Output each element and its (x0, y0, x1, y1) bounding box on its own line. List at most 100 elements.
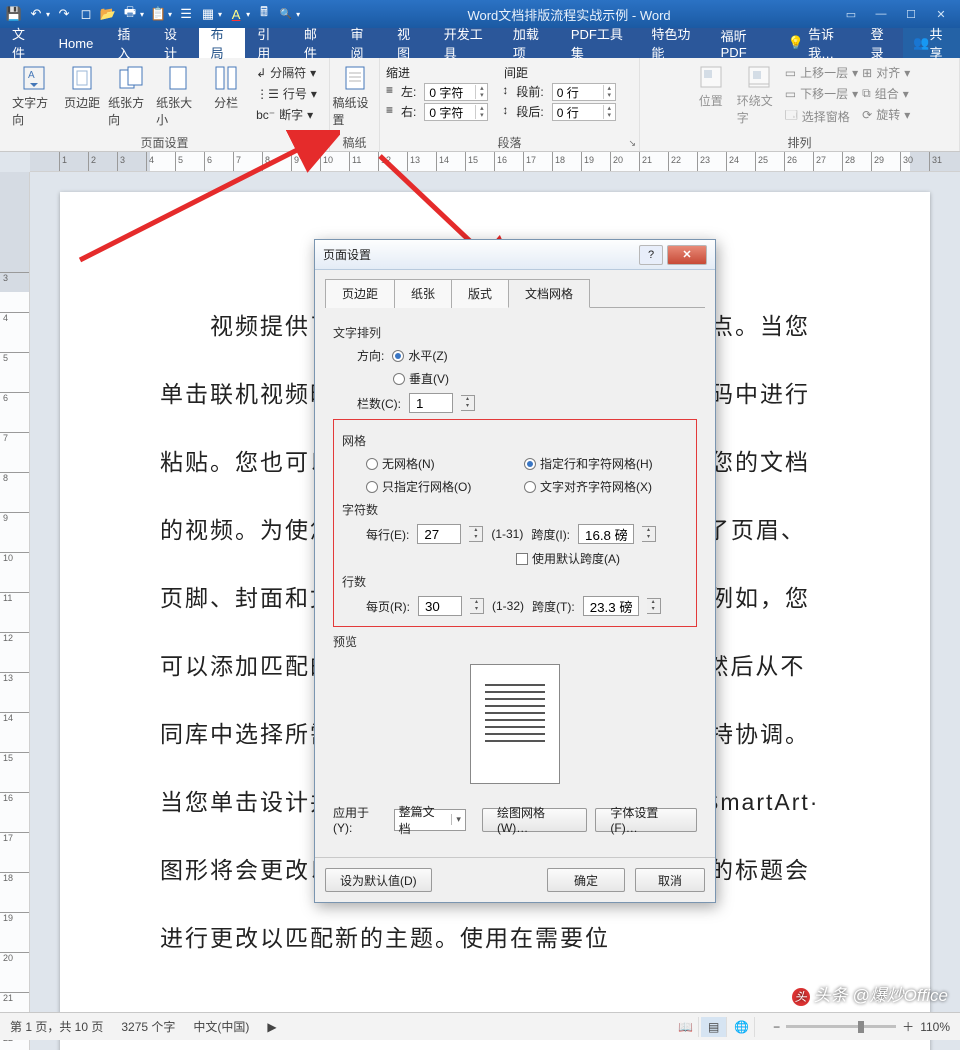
space-before-input[interactable]: ▴▾ (552, 83, 616, 101)
align-button[interactable]: ⊞ 对齐 ▾ (862, 64, 910, 81)
pitch-input[interactable] (578, 524, 634, 544)
view-print-icon[interactable]: ▤ (701, 1017, 727, 1037)
chk-default-pitch[interactable]: 使用默认跨度(A) (516, 550, 620, 567)
tab-layout[interactable]: 布局 (199, 28, 246, 58)
per-page-input[interactable] (418, 596, 462, 616)
pitch-stepper[interactable]: ▴▾ (642, 526, 656, 542)
dtab-margins[interactable]: 页边距 (325, 279, 395, 308)
table-dropdown-icon[interactable]: ▾ (218, 10, 222, 19)
cancel-button[interactable]: 取消 (635, 868, 705, 892)
bring-forward-button[interactable]: ▭ 上移一层 ▾ (785, 64, 858, 81)
table-icon[interactable]: ▦ (198, 3, 218, 25)
space-after-input[interactable]: ▴▾ (552, 103, 616, 121)
minimize-icon[interactable]: ― (866, 2, 896, 26)
print-preview-icon[interactable]: 🖶 (120, 3, 140, 25)
tab-file[interactable]: 文件 (0, 28, 47, 58)
radio-snap-grid[interactable]: 文字对齐字符网格(X) (524, 478, 652, 495)
tab-references[interactable]: 引用 (245, 28, 292, 58)
indent-left-input[interactable]: ▴▾ (424, 83, 488, 101)
list-icon[interactable]: ☰ (176, 3, 196, 25)
save-icon[interactable]: 💾 (4, 3, 24, 25)
zoom-in-icon[interactable]: ＋ (902, 1018, 914, 1035)
tab-addins[interactable]: 加载项 (501, 28, 559, 58)
redo-icon[interactable]: ↷ (54, 3, 74, 25)
ok-button[interactable]: 确定 (547, 868, 625, 892)
columns-input[interactable] (409, 393, 453, 413)
font-color-dropdown-icon[interactable]: ▾ (246, 10, 250, 19)
send-backward-button[interactable]: ▭ 下移一层 ▾ (785, 85, 858, 102)
view-web-icon[interactable]: 🌐 (729, 1017, 755, 1037)
paragraph-launcher-icon[interactable]: ↘ (628, 138, 636, 149)
page-setup-launcher-icon[interactable]: ↘ (318, 138, 326, 149)
drawing-grid-button[interactable]: 绘图网格(W)… (482, 808, 587, 832)
radio-line-grid[interactable]: 只指定行网格(O) (366, 478, 516, 495)
dialog-header[interactable]: 页面设置 ? ✕ (315, 240, 715, 270)
apply-to-select[interactable]: 整篇文档▾ (394, 809, 466, 831)
dtab-layout[interactable]: 版式 (451, 279, 509, 308)
view-read-icon[interactable]: 📖 (673, 1017, 699, 1037)
status-words[interactable]: 3275 个字 (121, 1018, 175, 1035)
font-color-icon[interactable]: A (226, 3, 246, 25)
per-page-stepper[interactable]: ▴▾ (470, 598, 484, 614)
close-icon[interactable]: ✕ (926, 2, 956, 26)
tab-pdf-tools[interactable]: PDF工具集 (559, 28, 640, 58)
status-macro-icon[interactable]: ▶ (267, 1020, 276, 1034)
lpitch-stepper[interactable]: ▴▾ (647, 598, 661, 614)
tab-insert[interactable]: 插入 (105, 28, 152, 58)
horizontal-ruler[interactable]: 1234567891011121314151617181920212223242… (30, 152, 960, 172)
zoom-slider[interactable] (786, 1025, 896, 1028)
paste-dropdown-icon[interactable]: ▾ (168, 10, 172, 19)
vertical-ruler[interactable]: 345678910111213141516171819202122 (0, 172, 30, 1050)
dialog-close-icon[interactable]: ✕ (667, 245, 707, 265)
status-page[interactable]: 第 1 页，共 10 页 (10, 1018, 103, 1035)
radio-char-grid[interactable]: 指定行和字符网格(H) (524, 455, 653, 472)
tab-developer[interactable]: 开发工具 (432, 28, 501, 58)
tell-me[interactable]: 💡告诉我… (778, 28, 861, 58)
breaks-button[interactable]: ↲分隔符 ▾ (256, 64, 317, 81)
rotate-button[interactable]: ⟳ 旋转 ▾ (862, 106, 910, 123)
dtab-paper[interactable]: 纸张 (394, 279, 452, 308)
zoom-out-icon[interactable]: − (773, 1020, 780, 1034)
dtab-grid[interactable]: 文档网格 (508, 279, 590, 308)
tab-view[interactable]: 视图 (385, 28, 432, 58)
columns-stepper[interactable]: ▴▾ (461, 395, 475, 411)
radio-vertical[interactable]: 垂直(V) (393, 370, 449, 387)
line-numbers-button[interactable]: ⋮☰行号 ▾ (256, 85, 317, 102)
wrap-text-button[interactable]: 环绕文字 (737, 64, 781, 126)
manuscript-settings-button[interactable]: 稿纸设置 (333, 64, 377, 128)
print-dropdown-icon[interactable]: ▾ (140, 10, 144, 19)
status-language[interactable]: 中文(中国) (193, 1018, 249, 1035)
radio-no-grid[interactable]: 无网格(N) (366, 455, 516, 472)
tab-design[interactable]: 设计 (152, 28, 199, 58)
selection-pane-button[interactable]: 🗔 选择窗格 (785, 106, 858, 127)
text-direction-button[interactable]: A文字方向 (12, 64, 56, 128)
group-button[interactable]: ⧉ 组合 ▾ (862, 85, 910, 102)
per-line-input[interactable] (417, 524, 461, 544)
margins-button[interactable]: 页边距 (60, 64, 104, 111)
indent-right-input[interactable]: ▴▾ (424, 103, 488, 121)
ribbon-display-icon[interactable]: ▭ (836, 2, 866, 26)
columns-button[interactable]: 分栏 (204, 64, 248, 111)
hyphenation-button[interactable]: bc⁻断字 ▾ (256, 106, 317, 123)
calc-icon[interactable]: 🖩 (254, 3, 274, 25)
zoom-value[interactable]: 110% (920, 1020, 950, 1034)
size-button[interactable]: 纸张大小 (156, 64, 200, 128)
tab-special[interactable]: 特色功能 (639, 28, 708, 58)
share-button[interactable]: 👥 共享 (903, 28, 960, 58)
zoom-icon[interactable]: 🔍 (276, 3, 296, 25)
set-default-button[interactable]: 设为默认值(D) (325, 868, 432, 892)
position-button[interactable]: 位置 (689, 64, 733, 109)
zoom-control[interactable]: − ＋ 110% (773, 1018, 950, 1035)
per-line-stepper[interactable]: ▴▾ (469, 526, 483, 542)
sign-in[interactable]: 登录 (861, 28, 904, 58)
paste-icon[interactable]: 📋 (148, 3, 168, 25)
new-icon[interactable]: ◻ (76, 3, 96, 25)
help-icon[interactable]: ? (639, 245, 663, 265)
maximize-icon[interactable]: ☐ (896, 2, 926, 26)
undo-dropdown-icon[interactable]: ▾ (46, 10, 50, 19)
tab-review[interactable]: 审阅 (338, 28, 385, 58)
tab-home[interactable]: Home (47, 28, 106, 58)
tab-foxit[interactable]: 福昕PDF (709, 28, 778, 58)
qat-customize-icon[interactable]: ▾ (296, 10, 300, 19)
tab-mailings[interactable]: 邮件 (292, 28, 339, 58)
